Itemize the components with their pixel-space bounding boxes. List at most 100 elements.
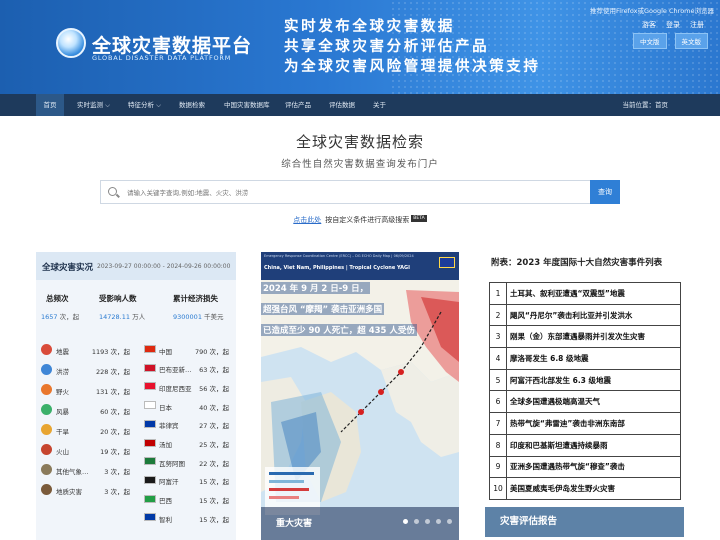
stat-unit: 千美元 — [204, 313, 224, 321]
register-link[interactable]: 注册 — [690, 20, 704, 30]
table-row[interactable]: 1 土耳其、叙利亚遭遇“双震型”地震 — [489, 282, 681, 305]
country-name[interactable]: 巴西 — [159, 495, 172, 505]
chinese-version-button[interactable]: 中文版 — [633, 33, 667, 49]
nav-eval-products[interactable]: 评估产品 — [285, 94, 311, 116]
nav-china-db[interactable]: 中国灾害数据库 — [224, 94, 270, 116]
hazard-name[interactable]: 其他气象… — [56, 466, 89, 476]
overlay-line-3: 已造成至少 90 人死亡，超 435 人受伤 — [261, 324, 417, 336]
hazard-name[interactable]: 地质灾害 — [56, 486, 82, 496]
user-links: 游客 登录 注册 — [642, 20, 704, 30]
slide-dot[interactable] — [414, 519, 419, 524]
stat-value: 1657 — [41, 313, 58, 321]
event-cell: 土耳其、叙利亚遭遇“双震型”地震 — [506, 282, 681, 305]
event-cell: 热带气旋“弗雷迪”袭击非洲东南部 — [506, 412, 681, 435]
table-row[interactable]: 10 美国夏威夷毛伊岛发生野火灾害 — [489, 477, 681, 500]
search-subtitle: 综合性自然灾害数据查询发布门户 — [281, 159, 439, 170]
nav-data-search[interactable]: 数据检索 — [179, 94, 205, 116]
eu-flag-icon — [439, 257, 455, 268]
featured-disaster-slide[interactable]: Emergency Response Coordination Centre (… — [261, 252, 459, 540]
advanced-search: 点击此处 按自定义条件进行高级搜索 BETA — [0, 215, 720, 225]
rank-cell: 2 — [489, 303, 507, 327]
country-name[interactable]: 阿富汗 — [159, 476, 179, 486]
table-row[interactable]: 8 印度和巴基斯坦遭遇持续暴雨 — [489, 433, 681, 457]
table-row[interactable]: 7 热带气旋“弗雷迪”袭击非洲东南部 — [489, 412, 681, 435]
table-row[interactable]: 6 全球多国遭遇极端高温天气 — [489, 390, 681, 414]
slogan-line-1: 实时发布全球灾害数据 — [284, 19, 455, 35]
evaluation-report-button[interactable]: 灾害评估报告 — [485, 507, 684, 537]
nav-analysis[interactable]: 特征分析 ⌵ — [128, 94, 161, 116]
rank-cell: 5 — [489, 368, 507, 392]
top10-title: 附表：2023 年度国际十大自然灾害事件列表 — [491, 258, 663, 268]
stat-loss: 9300001 千美元 — [173, 311, 224, 321]
country-name[interactable]: 菲律宾 — [159, 420, 179, 430]
slide-caption: 重大灾害 — [261, 507, 459, 540]
hazard-name[interactable]: 野火 — [56, 386, 69, 396]
slide-caption-text: 重大灾害 — [276, 519, 313, 529]
guest-link[interactable]: 游客 — [642, 20, 656, 30]
stat-label-loss: 累计经济损失 — [173, 294, 218, 303]
hazard-name[interactable]: 风暴 — [56, 406, 69, 416]
rank-cell: 3 — [489, 325, 507, 349]
table-row[interactable]: 9 亚洲多国遭遇热带气旋“穆查”袭击 — [489, 455, 681, 479]
stat-value: 14728.11 — [99, 313, 131, 321]
advanced-search-link[interactable]: 点击此处 — [293, 216, 321, 224]
hazard-name[interactable]: 洪涝 — [56, 366, 69, 376]
country-count: 15 次，起 — [199, 478, 229, 487]
hazard-icon — [41, 344, 52, 355]
table-row[interactable]: 3 刚果（金）东部遭遇暴雨并引发次生灾害 — [489, 325, 681, 349]
chevron-down-icon: ⌵ — [156, 101, 162, 109]
stat-label-affected: 受影响人数 — [99, 294, 137, 303]
browser-tip: 推荐使用Firefox或Google Chrome浏览器 — [590, 7, 714, 15]
country-count: 790 次，起 — [195, 347, 229, 356]
slogan-line-3: 为全球灾害风险管理提供决策支持 — [284, 59, 541, 75]
slide-dot[interactable] — [403, 519, 408, 524]
slide-dot[interactable] — [447, 519, 452, 524]
flag-icon — [144, 494, 156, 503]
english-version-button[interactable]: 英文版 — [674, 33, 708, 49]
stat-label-frequency: 总频次 — [46, 294, 69, 303]
table-row[interactable]: 2 飓风“丹尼尔”袭击利比亚并引发洪水 — [489, 303, 681, 327]
country-name[interactable]: 日本 — [159, 402, 172, 412]
overlay-line-1: 2024 年 9 月 2 日-9 日， — [261, 282, 371, 294]
country-count: 22 次，起 — [199, 459, 229, 468]
globe-logo-icon[interactable] — [56, 28, 86, 58]
login-link[interactable]: 登录 — [666, 20, 680, 30]
country-name[interactable]: 智利 — [159, 514, 172, 524]
map-title: China, Viet Nam, Philippines | Tropical … — [264, 265, 410, 271]
country-count: 63 次，起 — [199, 366, 229, 375]
country-name[interactable]: 中国 — [159, 346, 172, 356]
nav-eval-data[interactable]: 评估数据 — [329, 94, 355, 116]
table-row[interactable]: 5 阿富汗西北部发生 6.3 级地震 — [489, 368, 681, 392]
nav-realtime[interactable]: 实时监测 ⌵ — [77, 94, 110, 116]
stat-frequency: 1657 次，起 — [41, 311, 79, 321]
country-count: 15 次，起 — [199, 497, 229, 506]
event-cell: 美国夏威夷毛伊岛发生野火灾害 — [506, 477, 681, 500]
country-name[interactable]: 汤加 — [159, 439, 172, 449]
search-input[interactable] — [127, 185, 582, 200]
stat-unit: 次，起 — [59, 313, 80, 321]
hazard-name[interactable]: 地震 — [56, 346, 69, 356]
nav-home[interactable]: 首页 — [36, 94, 64, 116]
slide-dot[interactable] — [436, 519, 441, 524]
hazard-name[interactable]: 火山 — [56, 446, 69, 456]
rank-cell: 7 — [489, 412, 507, 435]
site-subtitle: GLOBAL DISASTER DATA PLATFORM — [92, 54, 232, 62]
stat-unit: 万人 — [132, 313, 146, 321]
slogan-line-2: 共享全球灾害分析评估产品 — [284, 39, 490, 55]
table-row[interactable]: 4 摩洛哥发生 6.8 级地震 — [489, 347, 681, 370]
slide-dot[interactable] — [425, 519, 430, 524]
hazard-name[interactable]: 干旱 — [56, 426, 69, 436]
beta-badge: BETA — [411, 215, 427, 222]
country-name[interactable]: 瓦努阿图 — [159, 458, 185, 468]
language-switch: 中文版 英文版 — [633, 33, 708, 49]
nav-about[interactable]: 关于 — [373, 94, 386, 116]
rank-cell: 4 — [489, 347, 507, 370]
stat-value: 9300001 — [173, 313, 202, 321]
realtime-date-range: 2023-09-27 00:00:00 - 2024-09-26 00:00:0… — [97, 263, 231, 270]
country-count: 25 次，起 — [199, 441, 229, 449]
event-cell: 摩洛哥发生 6.8 级地震 — [506, 347, 681, 370]
search-box — [100, 180, 620, 204]
nav-realtime-label: 实时监测 — [77, 101, 103, 109]
search-button[interactable]: 查询 — [590, 180, 620, 204]
hazard-count: 19 次，起 — [100, 448, 130, 456]
